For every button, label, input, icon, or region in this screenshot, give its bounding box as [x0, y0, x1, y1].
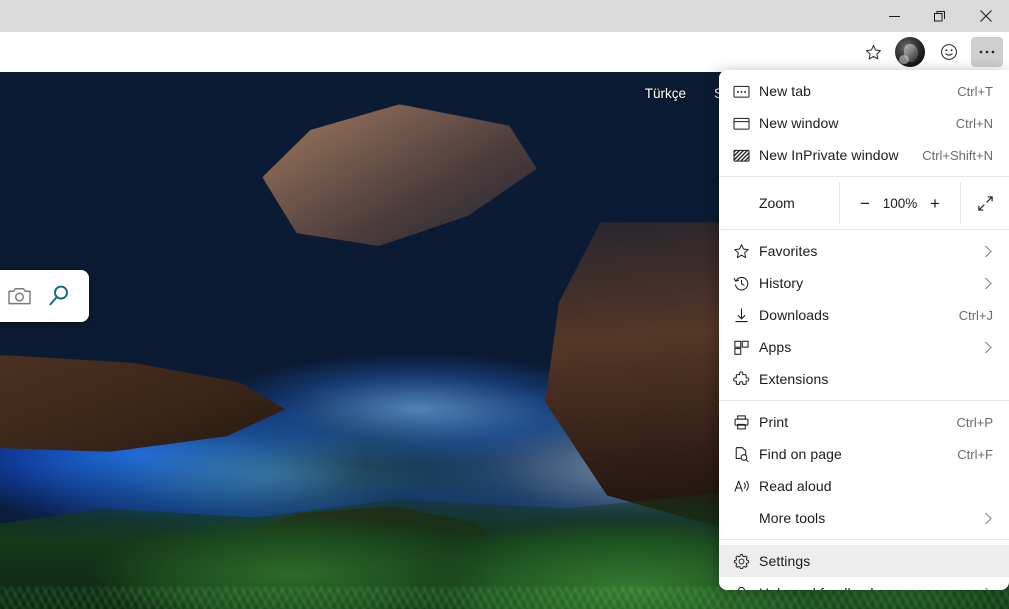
download-icon	[733, 307, 759, 324]
chevron-right-icon	[984, 587, 993, 590]
fullscreen-icon	[977, 195, 993, 211]
smiley-icon	[941, 44, 957, 60]
fullscreen-button[interactable]	[961, 182, 1009, 224]
chevron-right-icon	[984, 277, 993, 290]
menu-item-shortcut: Ctrl+P	[956, 414, 993, 430]
menu-item-shortcut: Ctrl+N	[955, 115, 993, 131]
menu-item-shortcut: Ctrl+J	[958, 307, 993, 323]
star-icon	[865, 44, 881, 59]
extensions-icon	[733, 370, 759, 388]
menu-item-label: Downloads	[759, 307, 830, 323]
zoom-level-value: 100%	[882, 195, 918, 211]
close-icon	[980, 10, 992, 22]
search-box[interactable]	[0, 270, 89, 322]
menu-item-find-on-page[interactable]: Find on page Ctrl+F	[719, 438, 1009, 470]
favorites-button[interactable]	[857, 37, 889, 67]
menu-item-label: Help and feedback	[759, 585, 984, 590]
chevron-right-icon	[984, 341, 993, 354]
browser-toolbar	[0, 32, 1009, 72]
new-window-icon	[733, 116, 759, 131]
menu-item-new-window[interactable]: New window Ctrl+N	[719, 107, 1009, 139]
zoom-out-button[interactable]: −	[852, 190, 878, 216]
menu-item-label: Apps	[759, 339, 792, 355]
star-icon	[733, 243, 759, 260]
menu-item-shortcut: Ctrl+Shift+N	[922, 147, 993, 163]
menu-item-label: Print	[759, 414, 789, 430]
menu-item-label: Find on page	[759, 446, 842, 462]
chevron-right-icon	[984, 512, 993, 525]
menu-item-favorites[interactable]: Favorites	[719, 235, 1009, 267]
menu-item-downloads[interactable]: Downloads Ctrl+J	[719, 299, 1009, 331]
menu-item-new-tab[interactable]: New tab Ctrl+T	[719, 75, 1009, 107]
read-aloud-icon	[733, 478, 759, 495]
menu-item-label: Favorites	[759, 243, 818, 259]
profile-avatar-button[interactable]	[895, 37, 925, 67]
browser-window: Türkçe Sign	[0, 0, 1009, 609]
restore-button[interactable]	[917, 0, 963, 32]
menu-item-print[interactable]: Print Ctrl+P	[719, 406, 1009, 438]
menu-item-label: New InPrivate window	[759, 147, 899, 163]
find-icon	[733, 446, 759, 463]
magnifier-icon[interactable]	[47, 284, 71, 308]
history-icon	[733, 275, 759, 292]
menu-item-shortcut: Ctrl+T	[957, 83, 993, 99]
apps-icon	[733, 339, 759, 356]
menu-item-new-inprivate-window[interactable]: New InPrivate window Ctrl+Shift+N	[719, 139, 1009, 171]
menu-item-more-tools[interactable]: More tools	[719, 502, 1009, 534]
menu-item-label: Extensions	[759, 371, 829, 387]
menu-item-help-and-feedback[interactable]: Help and feedback	[719, 577, 1009, 590]
feedback-button[interactable]	[933, 37, 965, 67]
settings-and-more-menu: New tab Ctrl+T New window Ctrl+N New InP…	[719, 70, 1009, 590]
print-icon	[733, 414, 759, 431]
settings-and-more-button[interactable]	[971, 37, 1003, 67]
menu-item-label: New window	[759, 115, 839, 131]
menu-item-apps[interactable]: Apps	[719, 331, 1009, 363]
menu-item-label: More tools	[759, 510, 826, 526]
menu-separator	[719, 176, 1009, 177]
new-tab-icon	[733, 84, 759, 99]
title-bar	[0, 0, 1009, 32]
menu-item-extensions[interactable]: Extensions	[719, 363, 1009, 395]
restore-icon	[934, 11, 945, 22]
menu-item-label: History	[759, 275, 804, 291]
chevron-right-icon	[984, 245, 993, 258]
language-link[interactable]: Türkçe	[645, 86, 686, 101]
gear-icon	[733, 553, 759, 570]
minimize-icon	[888, 15, 900, 17]
menu-separator	[719, 400, 1009, 401]
menu-item-settings[interactable]: Settings	[719, 545, 1009, 577]
zoom-row: Zoom − 100% +	[719, 182, 1009, 224]
close-button[interactable]	[963, 0, 1009, 32]
ellipsis-icon	[979, 50, 995, 54]
camera-icon[interactable]	[8, 286, 31, 306]
menu-item-read-aloud[interactable]: Read aloud	[719, 470, 1009, 502]
wallpaper-moss-texture	[0, 586, 1009, 609]
minimize-button[interactable]	[871, 0, 917, 32]
zoom-in-button[interactable]: +	[922, 190, 948, 216]
question-icon	[733, 585, 759, 590]
menu-item-label: Read aloud	[759, 478, 832, 494]
menu-item-shortcut: Ctrl+F	[957, 446, 993, 462]
zoom-controls: − 100% +	[839, 182, 961, 224]
menu-item-label: New tab	[759, 83, 812, 99]
menu-item-label: Settings	[759, 553, 811, 569]
inprivate-icon	[733, 148, 759, 163]
menu-separator	[719, 229, 1009, 230]
menu-separator	[719, 539, 1009, 540]
menu-item-history[interactable]: History	[719, 267, 1009, 299]
zoom-label: Zoom	[759, 195, 795, 211]
